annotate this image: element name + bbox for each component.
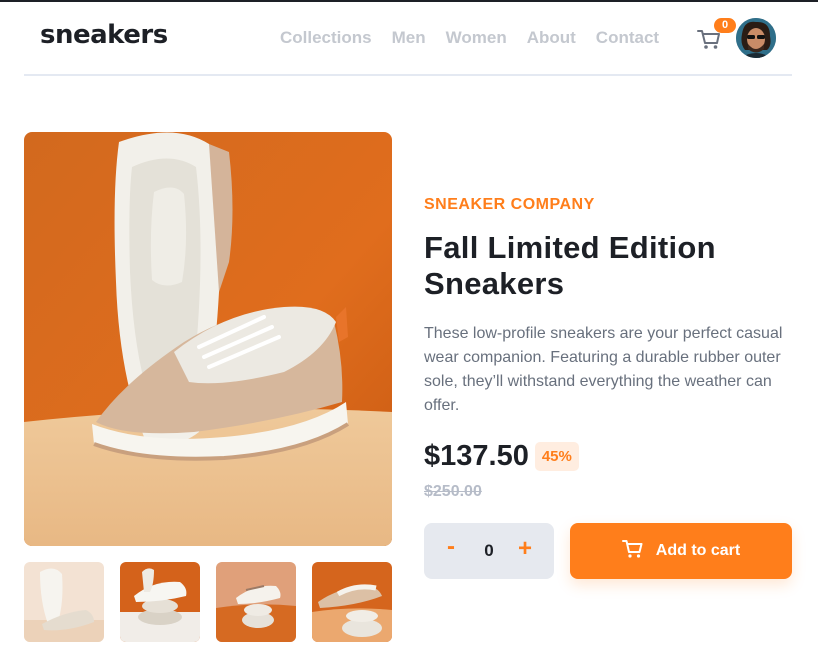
decrease-quantity-button[interactable]: - (436, 533, 466, 561)
nav-contact[interactable]: Contact (596, 28, 659, 48)
cart-icon (621, 539, 644, 564)
site-header: sneakers Collections Men Women About Con… (24, 2, 792, 76)
quantity-value: 0 (484, 541, 494, 560)
nav-collections[interactable]: Collections (280, 28, 372, 48)
thumbnail-strip (24, 562, 392, 642)
nav-about[interactable]: About (527, 28, 576, 48)
company-name: SNEAKER COMPANY (424, 196, 595, 213)
product-title: Fall Limited Edition Sneakers (424, 230, 716, 301)
thumbnail-4[interactable] (312, 562, 392, 642)
nav-men[interactable]: Men (392, 28, 426, 48)
product-description: These low-profile sneakers are your perf… (424, 325, 783, 414)
nav-women[interactable]: Women (446, 28, 507, 48)
main-nav: Collections Men Women About Contact (280, 28, 659, 48)
purchase-actions: - 0 + Add to cart (424, 523, 792, 579)
cart-count-badge: 0 (714, 18, 736, 33)
current-price: $137.50 (424, 440, 529, 472)
product-main-image[interactable] (24, 132, 392, 546)
original-price: $250.00 (424, 483, 482, 500)
quantity-stepper: - 0 + (424, 523, 554, 579)
product-info: SNEAKER COMPANY Fall Limited Edition Sne… (424, 196, 794, 501)
thumbnail-2[interactable] (120, 562, 200, 642)
avatar[interactable] (736, 18, 776, 58)
thumbnail-3[interactable] (216, 562, 296, 642)
thumbnail-1[interactable] (24, 562, 104, 642)
add-to-cart-button[interactable]: Add to cart (570, 523, 792, 579)
price-row: $137.50 45% (424, 440, 794, 473)
increase-quantity-button[interactable]: + (510, 535, 540, 563)
discount-badge: 45% (534, 442, 579, 471)
brand-logo[interactable]: sneakers (40, 20, 168, 50)
add-to-cart-label: Add to cart (655, 542, 741, 559)
